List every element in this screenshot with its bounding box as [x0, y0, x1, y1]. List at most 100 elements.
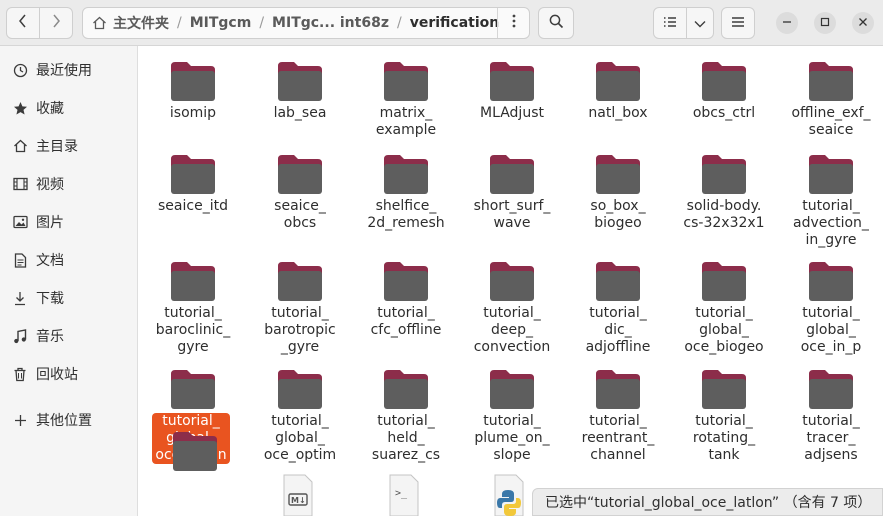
folder-item[interactable]: obcs_ctrl	[672, 58, 776, 158]
folder-name: offline_exf_ seaice	[791, 105, 871, 138]
breadcrumb-mitgcm-checkout[interactable]: MITgc... int68z	[264, 15, 397, 31]
close-icon	[858, 16, 868, 30]
folder-item[interactable]: tutorial_ advection_ in_gyre	[779, 151, 883, 251]
sidebar-item-label: 回收站	[36, 367, 78, 383]
folder-name: tutorial_ dic_ adjoffline	[585, 305, 651, 355]
folder-item[interactable]: tutorial_ global_ oce_in_p	[779, 258, 883, 358]
view-options-button[interactable]	[686, 7, 714, 39]
sidebar-item-recent[interactable]: 最近使用	[0, 53, 138, 87]
sidebar-item-trash[interactable]: 回收站	[0, 357, 138, 391]
folder-name: tutorial_ rotating_ tank	[692, 413, 756, 463]
folder-item[interactable]: solid-body. cs-32x32x1	[672, 151, 776, 251]
sidebar-item-label: 收藏	[36, 101, 64, 117]
folder-item[interactable]: short_surf_ wave	[460, 151, 564, 251]
status-bar: 已选中“tutorial_global_oce_latlon” （含有 7 项）	[532, 488, 883, 516]
folder-icon	[169, 258, 217, 302]
sidebar-item-downloads[interactable]: 下载	[0, 281, 138, 315]
folder-item[interactable]: lab_sea	[248, 58, 352, 158]
breadcrumb-mitgcm[interactable]: MITgcm	[182, 15, 260, 31]
folder-icon	[488, 58, 536, 102]
folder-name: seaice_ obcs	[274, 198, 326, 231]
sidebar-item-home[interactable]: 主目录	[0, 129, 138, 163]
folder-name: so_box_ biogeo	[590, 198, 646, 231]
breadcrumb-home[interactable]: 主文件夹	[105, 13, 177, 33]
folder-item[interactable]: seaice_ obcs	[248, 151, 352, 251]
sidebar-item-label: 文档	[36, 253, 64, 269]
svg-text:>_: >_	[395, 488, 408, 499]
script-file-icon[interactable]: >_	[387, 474, 427, 516]
folder-name: natl_box	[588, 105, 648, 121]
sidebar-item-pictures[interactable]: 图片	[0, 205, 138, 239]
folder-item[interactable]: tutorial_ plume_on_ slope	[460, 366, 564, 466]
folder-name: tutorial_ held_ suarez_cs	[371, 413, 441, 463]
sidebar-item-music[interactable]: 音乐	[0, 319, 138, 353]
forward-button[interactable]	[39, 7, 73, 39]
selection-status-text: 已选中“tutorial_global_oce_latlon” （含有 7 项）	[545, 495, 872, 511]
maximize-button[interactable]	[814, 12, 836, 34]
folder-item[interactable]: MLAdjust	[460, 58, 564, 158]
folder-item[interactable]: isomip	[141, 58, 245, 158]
folder-icon[interactable]	[171, 428, 217, 471]
folder-item[interactable]: tutorial_ dic_ adjoffline	[566, 258, 670, 358]
sidebar-item-starred[interactable]: 收藏	[0, 91, 138, 125]
folder-item[interactable]: tutorial_ cfc_offline	[354, 258, 458, 358]
python-file-icon[interactable]	[492, 474, 532, 516]
folder-name: matrix_ example	[375, 105, 437, 138]
folder-item[interactable]: tutorial_ global_ oce_optim	[248, 366, 352, 466]
folder-item[interactable]: natl_box	[566, 58, 670, 158]
minimize-button[interactable]	[776, 12, 798, 34]
folder-item[interactable]: tutorial_ barotropic _gyre	[248, 258, 352, 358]
folder-icon	[594, 151, 642, 195]
folder-name: solid-body. cs-32x32x1	[683, 198, 765, 231]
folder-name: tutorial_ plume_on_ slope	[474, 413, 550, 463]
folder-item[interactable]: tutorial_ baroclinic_ gyre	[141, 258, 245, 358]
vertical-dots-icon	[512, 14, 516, 32]
folder-item[interactable]: shelfice_ 2d_remesh	[354, 151, 458, 251]
image-icon	[12, 214, 28, 230]
folder-name: tutorial_ global_ oce_in_p	[800, 305, 862, 355]
folder-icon	[700, 258, 748, 302]
folder-name: tutorial_ global_ oce_optim	[263, 413, 337, 463]
folder-icon	[169, 366, 217, 410]
folder-icon	[382, 366, 430, 410]
folder-icon	[382, 258, 430, 302]
folder-item[interactable]: matrix_ example	[354, 58, 458, 158]
folder-item[interactable]: tutorial_ reentrant_ channel	[566, 366, 670, 466]
list-view-button[interactable]	[653, 7, 687, 39]
folder-item[interactable]: tutorial_ tracer_ adjsens	[779, 366, 883, 466]
folder-name: tutorial_ deep_ convection	[473, 305, 551, 355]
star-icon	[12, 100, 28, 116]
sidebar-item-documents[interactable]: 文档	[0, 243, 138, 277]
folder-name: tutorial_ barotropic _gyre	[264, 305, 336, 355]
svg-text:M↓: M↓	[291, 496, 306, 505]
breadcrumb-verification[interactable]: verification	[402, 15, 508, 31]
folder-icon	[382, 58, 430, 102]
back-button[interactable]	[6, 7, 40, 39]
folder-icon	[276, 151, 324, 195]
folder-item[interactable]: tutorial_ held_ suarez_cs	[354, 366, 458, 466]
folder-name: tutorial_ global_ oce_biogeo	[684, 305, 764, 355]
folder-item[interactable]: tutorial_ global_ oce_biogeo	[672, 258, 776, 358]
folder-icon	[594, 258, 642, 302]
sidebar-item-videos[interactable]: 视频	[0, 167, 138, 201]
folder-item[interactable]: so_box_ biogeo	[566, 151, 670, 251]
trash-icon	[12, 366, 28, 382]
folder-item[interactable]: seaice_itd	[141, 151, 245, 251]
sidebar-item-label: 主目录	[36, 139, 78, 155]
folder-item[interactable]: offline_exf_ seaice	[779, 58, 883, 158]
chevron-left-icon	[17, 14, 29, 32]
path-menu-button[interactable]	[497, 8, 529, 38]
folder-icon	[807, 151, 855, 195]
folder-name: tutorial_ cfc_offline	[370, 305, 442, 338]
folder-icon	[488, 366, 536, 410]
main-menu-button[interactable]	[721, 7, 755, 39]
folder-name: seaice_itd	[158, 198, 228, 214]
sidebar-item-label: 音乐	[36, 329, 64, 345]
folder-item[interactable]: tutorial_ deep_ convection	[460, 258, 564, 358]
sidebar-item-other-locations[interactable]: 其他位置	[0, 403, 138, 437]
search-button[interactable]	[538, 7, 574, 39]
markdown-file-icon[interactable]: M↓	[281, 474, 321, 516]
close-button[interactable]	[852, 12, 874, 34]
folder-item[interactable]: tutorial_ rotating_ tank	[672, 366, 776, 466]
folder-icon	[700, 58, 748, 102]
